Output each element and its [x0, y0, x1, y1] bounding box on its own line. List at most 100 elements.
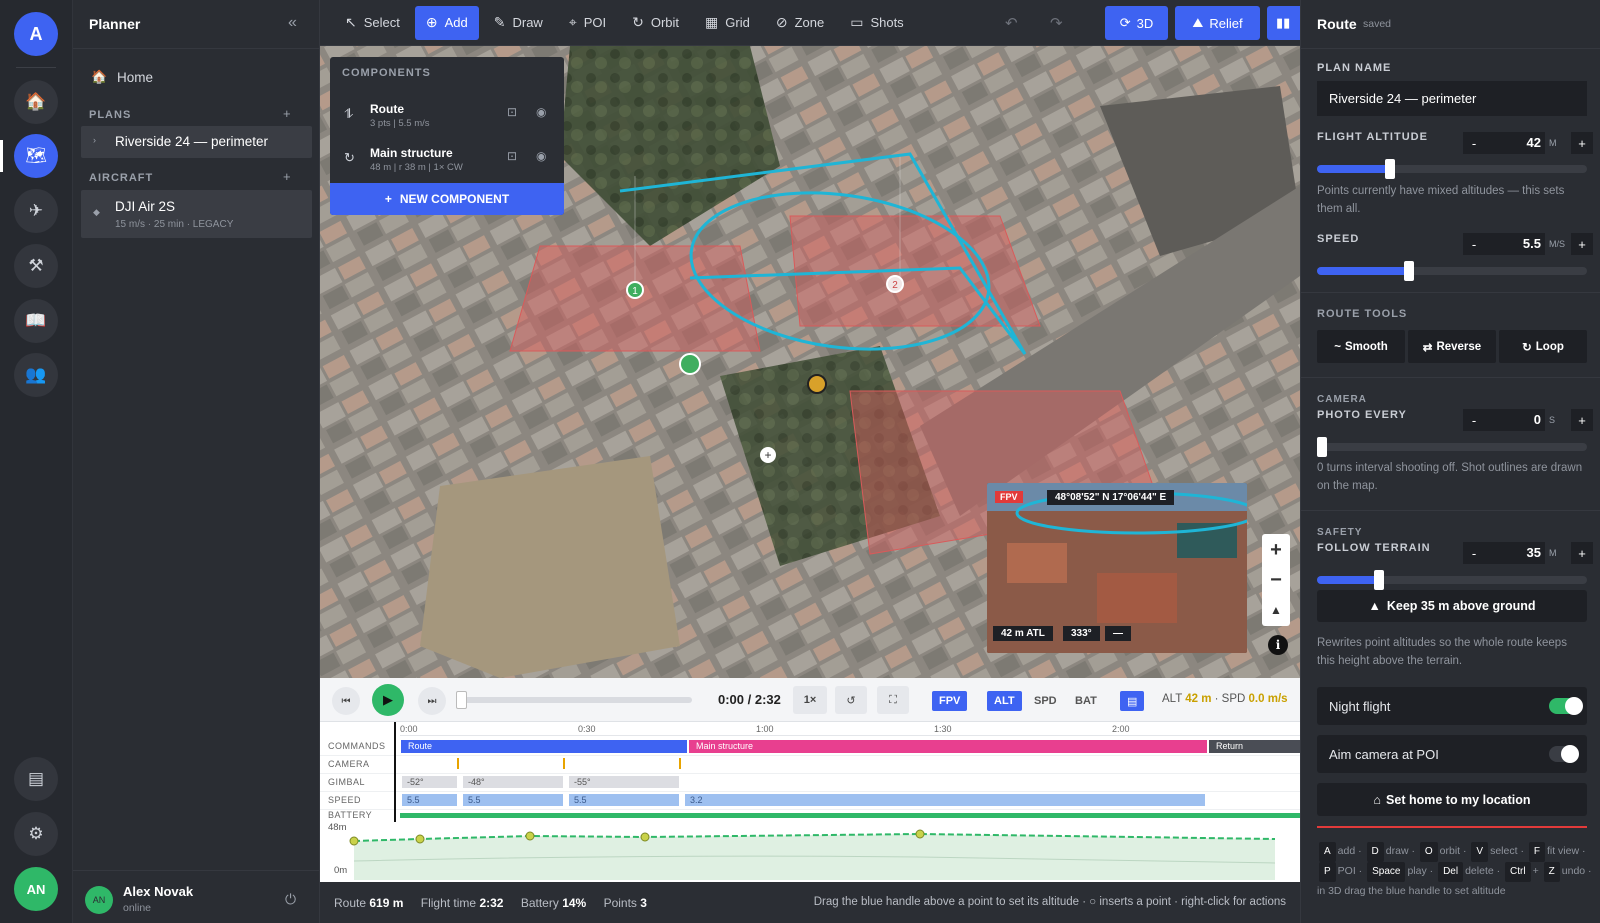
home-point-marker[interactable]: [679, 353, 701, 375]
tool-select[interactable]: ↖ Select: [334, 6, 411, 40]
timeline-toggle-icon[interactable]: ▤: [1120, 691, 1145, 711]
altitude-slider[interactable]: [1317, 159, 1587, 179]
altitude-minus-button[interactable]: -: [1463, 132, 1485, 154]
photo-interval-value[interactable]: 0: [1485, 409, 1545, 431]
loop-button[interactable]: ↻ Loop: [1499, 330, 1587, 363]
speed-segment[interactable]: 5.5: [463, 794, 563, 806]
scrubber-track[interactable]: [456, 691, 692, 709]
mission-timeline[interactable]: 0:00 0:30 1:00 1:30 2:00 COMMANDS CAMERA…: [320, 722, 1300, 882]
bookmark-icon[interactable]: ⊡: [507, 149, 517, 163]
speed-plus-button[interactable]: +: [1571, 233, 1593, 255]
keep-above-ground-button[interactable]: ▲ Keep 35 m above ground: [1317, 590, 1587, 622]
view-3d-button[interactable]: ⟳ 3D: [1105, 6, 1168, 40]
eye-icon[interactable]: ◉: [536, 149, 546, 163]
list-icon[interactable]: ▤: [14, 757, 58, 801]
altitude-value[interactable]: 42: [1485, 132, 1545, 154]
redo-icon[interactable]: ↷: [1050, 14, 1063, 32]
plan-item[interactable]: › Riverside 24 — perimeter: [81, 126, 312, 158]
power-icon[interactable]: ⏻: [285, 891, 296, 908]
altitude-plus-button[interactable]: +: [1571, 132, 1593, 154]
map-icon[interactable]: 🗺: [14, 134, 58, 178]
camera-shot-mark[interactable]: [457, 758, 459, 769]
playhead[interactable]: [394, 722, 396, 822]
user-avatar[interactable]: AN: [14, 867, 58, 911]
night-flight-toggle[interactable]: [1549, 697, 1583, 715]
camera-shot-mark[interactable]: [679, 758, 681, 769]
aircraft-item[interactable]: ◆ DJI Air 2S 15 m/s · 25 min · LEGACY: [81, 190, 312, 238]
new-component-button[interactable]: + NEW COMPONENT: [330, 183, 564, 215]
team-icon[interactable]: 👥: [14, 353, 58, 397]
collapse-icon[interactable]: «: [288, 14, 297, 32]
app-logo[interactable]: A: [14, 12, 58, 56]
book-icon[interactable]: 📖: [14, 299, 58, 343]
speed-segment[interactable]: 5.5: [402, 794, 457, 806]
play-icon[interactable]: ▶: [372, 684, 404, 716]
photo-interval-slider[interactable]: [1317, 437, 1587, 457]
fpv-preview[interactable]: FPV 48°08'52" N 17°06'44" E 42 m ATL 333…: [987, 483, 1247, 653]
info-icon[interactable]: i: [1268, 635, 1288, 655]
zoom-in-button[interactable]: +: [1262, 536, 1290, 564]
scrubber-handle[interactable]: [456, 691, 467, 709]
skip-forward-icon[interactable]: ⏭: [418, 687, 446, 715]
poi-marker[interactable]: [807, 374, 827, 394]
tool-orbit[interactable]: ↻ Orbit: [621, 6, 690, 40]
tool-grid[interactable]: ▦ Grid: [694, 6, 761, 40]
compass-button[interactable]: ▲: [1262, 596, 1290, 624]
command-segment-structure[interactable]: Main structure: [689, 740, 1207, 753]
relief-button[interactable]: ⛰ Relief: [1175, 6, 1260, 40]
add-aircraft-button[interactable]: +: [283, 169, 291, 184]
command-segment-route[interactable]: Route: [401, 740, 687, 753]
settings-icon[interactable]: ⚙: [14, 812, 58, 856]
chip-spd[interactable]: SPD: [1027, 691, 1064, 711]
home-icon[interactable]: 🏠: [14, 80, 58, 124]
drone-icon[interactable]: ✈: [14, 189, 58, 233]
zoom-out-button[interactable]: −: [1262, 566, 1290, 594]
undo-icon[interactable]: ↶: [1005, 14, 1018, 32]
terrain-minus-button[interactable]: -: [1463, 542, 1485, 564]
tool-add[interactable]: ⊕ Add: [414, 5, 479, 40]
reverse-button[interactable]: ⇄ Reverse: [1408, 330, 1496, 363]
camera-shot-mark[interactable]: [563, 758, 565, 769]
component-main-structure[interactable]: ↻ Main structure 48 m | r 38 m | 1× CW ⊡…: [330, 141, 564, 183]
fpv-close[interactable]: —: [1105, 626, 1131, 641]
photo-plus-button[interactable]: +: [1571, 409, 1593, 431]
speed-segment[interactable]: 3.2: [685, 794, 1205, 806]
tool-shots[interactable]: ▭ Shots: [839, 6, 914, 40]
tool-draw[interactable]: ✎ Draw: [483, 6, 554, 40]
terrain-slider-handle[interactable]: [1374, 570, 1385, 590]
tool-zone[interactable]: ⊘ Zone: [765, 6, 835, 40]
nav-home[interactable]: Home: [117, 70, 153, 85]
speed-value[interactable]: 5.5: [1485, 233, 1545, 255]
plan-name-input[interactable]: [1317, 81, 1587, 116]
playback-rate[interactable]: 1×: [793, 686, 827, 714]
chip-alt[interactable]: ALT: [987, 691, 1022, 711]
chip-bat[interactable]: BAT: [1068, 691, 1104, 711]
skip-back-icon[interactable]: ⏮: [332, 687, 360, 715]
speed-minus-button[interactable]: -: [1463, 233, 1485, 255]
terrain-value[interactable]: 35: [1485, 542, 1545, 564]
chip-fpv[interactable]: FPV: [932, 691, 968, 711]
speed-segment[interactable]: 5.5: [569, 794, 679, 806]
buildings-button[interactable]: ▮▮: [1267, 6, 1300, 40]
photo-minus-button[interactable]: -: [1463, 409, 1485, 431]
tool-poi[interactable]: ⌖ POI: [558, 6, 617, 40]
set-home-button[interactable]: ⌂ Set home to my location: [1317, 783, 1587, 816]
eye-icon[interactable]: ◉: [536, 105, 546, 119]
gimbal-segment[interactable]: -52°: [402, 776, 457, 788]
tools-icon[interactable]: ⚒: [14, 244, 58, 288]
aim-camera-toggle[interactable]: [1549, 745, 1579, 763]
command-segment-return[interactable]: Return: [1209, 740, 1300, 753]
speed-slider-handle[interactable]: [1403, 261, 1414, 281]
gimbal-segment[interactable]: -55°: [569, 776, 679, 788]
map-viewport[interactable]: 1 2 + COMPONENTS ⥮ Route 3 pts | 5.5 m/s…: [320, 46, 1300, 678]
speed-slider[interactable]: [1317, 261, 1587, 281]
component-route[interactable]: ⥮ Route 3 pts | 5.5 m/s ⊡ ◉: [330, 97, 564, 139]
photo-slider-handle[interactable]: [1317, 437, 1327, 457]
terrain-plus-button[interactable]: +: [1571, 542, 1593, 564]
add-plan-button[interactable]: +: [283, 106, 291, 121]
smooth-button[interactable]: ~ Smooth: [1317, 330, 1405, 363]
terrain-slider[interactable]: [1317, 570, 1587, 590]
altitude-slider-handle[interactable]: [1384, 159, 1395, 179]
fullscreen-icon[interactable]: ⛶: [877, 686, 909, 714]
bookmark-icon[interactable]: ⊡: [507, 105, 517, 119]
